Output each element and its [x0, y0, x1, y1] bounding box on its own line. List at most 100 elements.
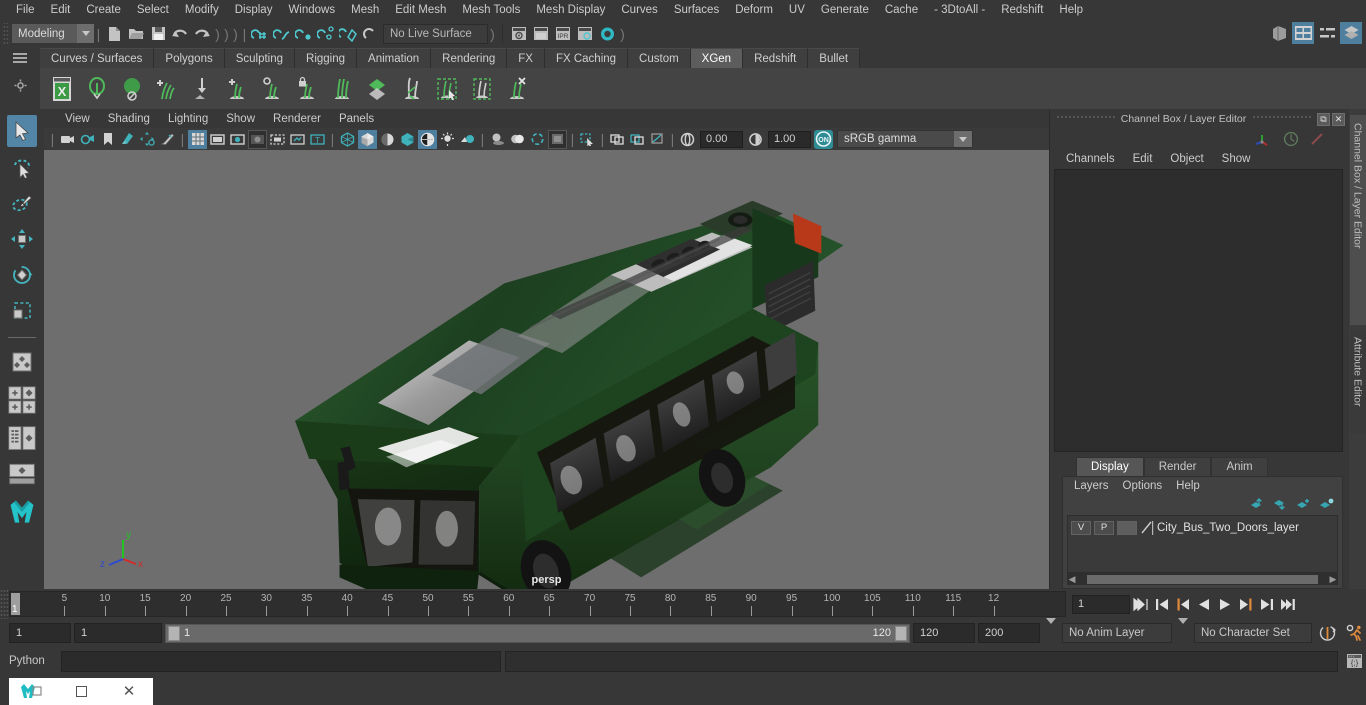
- shadows-icon[interactable]: [488, 130, 507, 149]
- flat-shade-icon[interactable]: [398, 130, 417, 149]
- viewport-menu-renderer[interactable]: Renderer: [264, 111, 330, 127]
- xgen-sphere-icon[interactable]: [116, 72, 148, 106]
- xgen-clump-icon[interactable]: [396, 72, 428, 106]
- move-layer-down-icon[interactable]: [1273, 498, 1288, 510]
- render-sequence-icon[interactable]: [530, 23, 552, 45]
- image-plane-icon[interactable]: [118, 130, 137, 149]
- anim-layer-dropdown-arrow[interactable]: [1043, 618, 1059, 642]
- layer-playback-toggle[interactable]: P: [1094, 520, 1114, 535]
- layer-display-type-toggle[interactable]: [1117, 520, 1137, 535]
- lasso-select-tool[interactable]: [7, 151, 37, 183]
- command-input-field[interactable]: [61, 650, 501, 672]
- channel-show-menu[interactable]: Show: [1214, 151, 1259, 167]
- tab-render[interactable]: Render: [1143, 457, 1212, 476]
- range-start-handle[interactable]: [168, 625, 180, 641]
- play-backwards-icon[interactable]: [1194, 593, 1214, 615]
- vtab-attribute-editor[interactable]: Attribute Editor: [1349, 329, 1366, 434]
- show-hide-channel-box-icon[interactable]: [1340, 22, 1362, 44]
- render-settings-icon[interactable]: [574, 23, 596, 45]
- snap-to-grid-icon[interactable]: [249, 23, 271, 45]
- shelf-tab-sculpting[interactable]: Sculpting: [224, 48, 296, 68]
- exposure-field[interactable]: 0.00: [700, 130, 743, 148]
- tab-anim[interactable]: Anim: [1211, 457, 1268, 476]
- menu-cache[interactable]: Cache: [877, 1, 926, 19]
- open-scene-icon[interactable]: [125, 23, 147, 45]
- render-current-frame-icon[interactable]: [508, 23, 530, 45]
- hypershade-icon[interactable]: [596, 23, 618, 45]
- save-scene-icon[interactable]: [147, 23, 169, 45]
- gamma-icon[interactable]: [746, 130, 765, 149]
- layer-color-swatch[interactable]: [1140, 520, 1154, 535]
- viewport-menu-show[interactable]: Show: [217, 111, 264, 127]
- color-management-toggle-icon[interactable]: ON: [814, 129, 833, 149]
- xgen-add-density-icon[interactable]: [151, 72, 183, 106]
- xgen-add-guides-icon[interactable]: [221, 72, 253, 106]
- xray-joints-icon[interactable]: [628, 130, 647, 149]
- menu-help[interactable]: Help: [1051, 1, 1091, 19]
- layer-name-label[interactable]: City_Bus_Two_Doors_layer: [1157, 522, 1299, 534]
- close-window-icon[interactable]: ✕: [1332, 112, 1345, 126]
- xgen-guide-circle-icon[interactable]: [256, 72, 288, 106]
- all-lights-icon[interactable]: [458, 130, 477, 149]
- menu-select[interactable]: Select: [129, 1, 177, 19]
- channel-diagonal-icon[interactable]: [1309, 131, 1325, 147]
- layer-list[interactable]: V P City_Bus_Two_Doors_layer: [1067, 515, 1338, 573]
- safe-title-icon[interactable]: T: [308, 130, 327, 149]
- layers-menu[interactable]: Layers: [1067, 478, 1116, 494]
- menu-edit-mesh[interactable]: Edit Mesh: [387, 1, 454, 19]
- xgen-delete-guides-icon[interactable]: [501, 72, 533, 106]
- character-set-dropdown-arrow[interactable]: [1175, 618, 1191, 642]
- smooth-shade-selected-icon[interactable]: [378, 130, 397, 149]
- xgen-region-icon[interactable]: [466, 72, 498, 106]
- close-icon[interactable]: ✕: [105, 684, 153, 699]
- step-forward-frame-icon[interactable]: [1236, 593, 1256, 615]
- shelf-tab-rigging[interactable]: Rigging: [295, 48, 358, 68]
- menu-set-selector[interactable]: Modeling: [12, 24, 94, 43]
- motion-blur-icon[interactable]: [528, 130, 547, 149]
- range-end-handle[interactable]: [895, 625, 907, 641]
- go-to-end-icon[interactable]: [1278, 593, 1298, 615]
- animation-preferences-icon[interactable]: [1342, 622, 1366, 644]
- xgen-groom-fall-icon[interactable]: [186, 72, 218, 106]
- color-management-selector[interactable]: sRGB gamma: [837, 130, 973, 148]
- shelf-tab-curves-surfaces[interactable]: Curves / Surfaces: [40, 48, 155, 68]
- xray-active-components-icon[interactable]: [648, 130, 667, 149]
- viewport-menu-lighting[interactable]: Lighting: [159, 111, 217, 127]
- menu-edit[interactable]: Edit: [43, 1, 79, 19]
- select-tool[interactable]: [7, 115, 37, 147]
- menu-create[interactable]: Create: [78, 1, 129, 19]
- new-scene-icon[interactable]: [103, 23, 125, 45]
- axis-gizmo-icon[interactable]: [1253, 131, 1273, 147]
- xgen-select-guides-icon[interactable]: [431, 72, 463, 106]
- current-frame-field[interactable]: 1: [1072, 594, 1130, 614]
- anim-start-time-field[interactable]: 1: [9, 623, 71, 643]
- channel-object-menu[interactable]: Object: [1162, 151, 1211, 167]
- shelf-settings-icon[interactable]: [14, 79, 27, 92]
- smooth-shade-all-icon[interactable]: [358, 129, 377, 149]
- film-gate-icon[interactable]: [208, 130, 227, 149]
- redo-icon[interactable]: [191, 23, 213, 45]
- tab-display[interactable]: Display: [1076, 457, 1144, 476]
- resolution-gate-icon[interactable]: [228, 130, 247, 149]
- channel-speed-icon[interactable]: [1283, 131, 1299, 147]
- default-lighting-icon[interactable]: [438, 130, 457, 149]
- isolate-select-icon[interactable]: [578, 130, 597, 149]
- layer-options-menu[interactable]: Options: [1116, 478, 1170, 494]
- scroll-left-arrow-icon[interactable]: ◀: [1067, 574, 1077, 585]
- go-to-start-icon[interactable]: [1131, 593, 1151, 615]
- channel-box-content[interactable]: [1054, 169, 1343, 452]
- xgen-comb-icon[interactable]: [326, 72, 358, 106]
- exposure-icon[interactable]: [678, 130, 697, 149]
- layer-list-horizontal-scrollbar[interactable]: ◀ ▶: [1067, 573, 1338, 585]
- four-view-layout-icon[interactable]: [7, 346, 37, 378]
- wireframe-on-shaded-icon[interactable]: [418, 129, 437, 149]
- shelf-tab-bullet[interactable]: Bullet: [808, 48, 861, 68]
- bookmark-icon[interactable]: [98, 130, 117, 149]
- two-pane-split-layout-icon[interactable]: [7, 382, 37, 418]
- ambient-occlusion-icon[interactable]: [508, 130, 527, 149]
- command-language-label[interactable]: Python: [9, 655, 57, 667]
- playback-start-time-field[interactable]: 1: [74, 623, 162, 643]
- menu-curves[interactable]: Curves: [613, 1, 665, 19]
- show-hide-tool-settings-icon[interactable]: [1316, 22, 1338, 44]
- shelf-tab-rendering[interactable]: Rendering: [431, 48, 508, 68]
